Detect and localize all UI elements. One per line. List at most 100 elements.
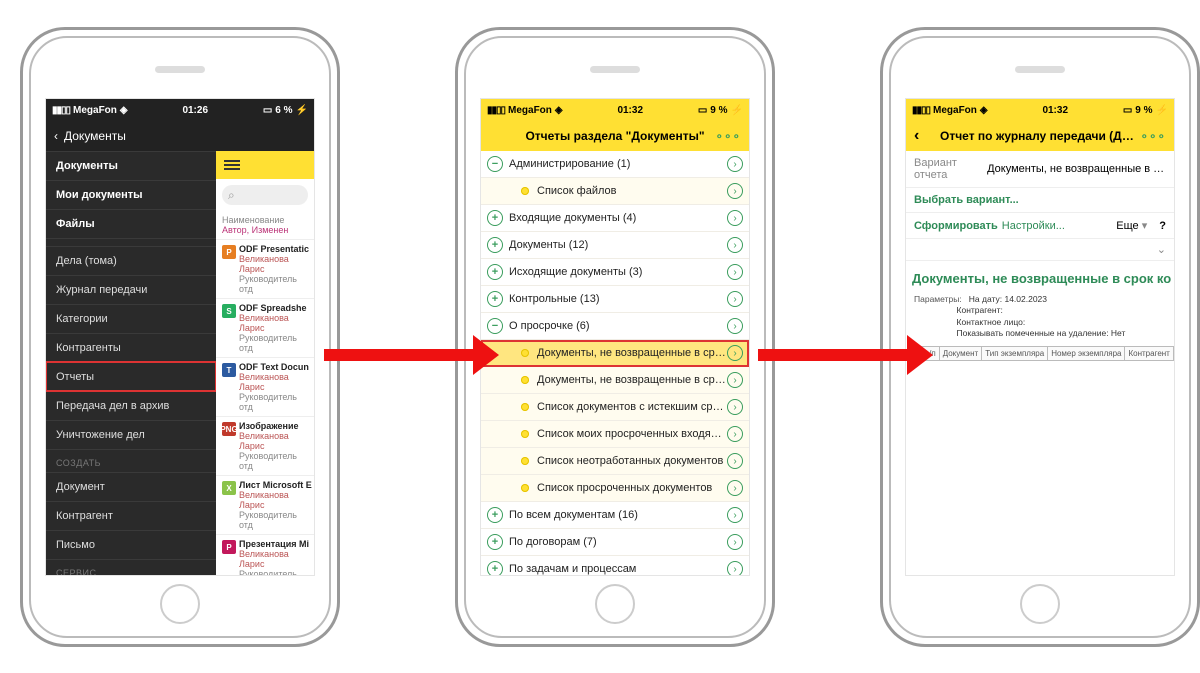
sidebar-item-categories[interactable]: Категории (46, 304, 216, 333)
back-icon[interactable]: ‹ (914, 127, 919, 145)
chevron-right-icon[interactable]: › (727, 426, 743, 442)
sidebar-item-destroy[interactable]: Уничтожение дел (46, 420, 216, 449)
expand-icon[interactable]: + (487, 507, 503, 523)
item-label: Список просроченных документов (537, 482, 727, 494)
battery-pct: 9 % (1135, 105, 1152, 116)
chevron-right-icon[interactable]: › (727, 264, 743, 280)
more-icon[interactable]: ∘∘∘ (1140, 129, 1166, 143)
collapse-row[interactable]: ⌄ (906, 239, 1174, 261)
battery-pct: 6 % (275, 105, 292, 116)
more-icon[interactable]: ∘∘∘ (715, 129, 741, 143)
home-button[interactable] (595, 584, 635, 624)
list-item[interactable]: SODF SpreadsheВеликанова ЛарисРуководите… (216, 298, 314, 357)
sidebar-create-letter[interactable]: Письмо (46, 530, 216, 559)
clock: 01:32 (1042, 105, 1068, 116)
list-item[interactable]: PNGИзображениеВеликанова ЛарисРуководите… (216, 416, 314, 475)
tree-group[interactable]: + Входящие документы (4)› (481, 205, 749, 232)
chevron-right-icon[interactable]: › (727, 291, 743, 307)
tree-item[interactable]: Список неотработанных документов› (481, 448, 749, 475)
tree-group[interactable]: +По всем документам (16)› (481, 502, 749, 529)
sidebar-create-document[interactable]: Документ (46, 472, 216, 501)
generate-button[interactable]: Сформировать (914, 220, 998, 232)
chevron-right-icon[interactable]: › (727, 534, 743, 550)
sidebar-item-cases[interactable]: Дела (тома) (46, 246, 216, 275)
phone-bezel: ▮▮▯▯ MegaFon ◈ 01:32 ▭ 9 % ⚡ Отчеты разд… (464, 36, 766, 638)
tree-group[interactable]: −Администрирование (1)› (481, 151, 749, 178)
report-body: Вариант отчета Документы, не возвращенны… (906, 151, 1174, 575)
expand-icon[interactable]: + (487, 210, 503, 226)
carrier: MegaFon (933, 105, 977, 116)
expand-icon[interactable]: + (487, 264, 503, 280)
tree-item[interactable]: Список моих просроченных входящих...› (481, 421, 749, 448)
menu-icon[interactable] (224, 158, 240, 172)
screen-3: ▮▮▯▯ MegaFon ◈ 01:32 ▭ 9 % ⚡ ‹ Отчет по … (905, 98, 1175, 576)
sidebar-item-documents[interactable]: Документы (46, 151, 216, 180)
item-label: Список неотработанных документов (537, 455, 727, 467)
tree-group[interactable]: +По задачам и процессам› (481, 556, 749, 575)
bullet-icon (521, 349, 529, 357)
nav-title[interactable]: Документы (64, 129, 126, 143)
arrow-2 (758, 335, 933, 375)
chevron-right-icon[interactable]: › (727, 507, 743, 523)
chevron-right-icon[interactable]: › (727, 183, 743, 199)
chevron-right-icon[interactable]: › (727, 480, 743, 496)
list-item[interactable]: TODF Text DocunВеликанова ЛарисРуководит… (216, 357, 314, 416)
column-header: Тип экземпляра (982, 346, 1048, 360)
tree-group[interactable]: −О просрочке (6)› (481, 313, 749, 340)
sidebar-create-counterparty[interactable]: Контрагент (46, 501, 216, 530)
chevron-right-icon[interactable]: › (727, 318, 743, 334)
chevron-right-icon[interactable]: › (727, 156, 743, 172)
expand-icon[interactable]: + (487, 291, 503, 307)
tree-item[interactable]: Список файлов› (481, 178, 749, 205)
chevron-right-icon[interactable]: › (727, 399, 743, 415)
settings-button[interactable]: Настройки... (1002, 220, 1065, 232)
tree-group[interactable]: +Контрольные (13)› (481, 286, 749, 313)
tree-group[interactable]: +Документы (12)› (481, 232, 749, 259)
sidebar-item-transfer-log[interactable]: Журнал передачи (46, 275, 216, 304)
expand-icon[interactable]: + (487, 561, 503, 575)
expand-icon[interactable]: + (487, 237, 503, 253)
tree-group[interactable]: + По договорам (7)› (481, 529, 749, 556)
sidebar-item-archive[interactable]: Передача дел в архив (46, 391, 216, 420)
group-label: Исходящие документы (3) (509, 266, 727, 278)
chevron-right-icon[interactable]: › (727, 453, 743, 469)
back-icon[interactable]: ‹ (54, 129, 58, 143)
bullet-icon (521, 430, 529, 438)
more-link[interactable]: Еще ▾ (1116, 219, 1147, 232)
sidebar-item-files[interactable]: Файлы (46, 209, 216, 238)
tree-item[interactable]: Список просроченных документов› (481, 475, 749, 502)
list-item[interactable]: PПрезентация MiВеликанова ЛарисРуководит… (216, 534, 314, 575)
list-item[interactable]: XЛист Microsoft EВеликанова ЛарисРуковод… (216, 475, 314, 534)
screen-2: ▮▮▯▯ MegaFon ◈ 01:32 ▭ 9 % ⚡ Отчеты разд… (480, 98, 750, 576)
sidebar-item-my-documents[interactable]: Мои документы (46, 180, 216, 209)
navbar: ‹ Документы (46, 121, 314, 151)
chevron-right-icon[interactable]: › (727, 237, 743, 253)
panel-header (216, 151, 314, 179)
variant-value[interactable]: Документы, не возвращенные в срок к... (987, 163, 1166, 175)
chevron-right-icon[interactable]: › (727, 561, 743, 575)
expand-icon[interactable]: + (487, 534, 503, 550)
choose-variant[interactable]: Выбрать вариант... (906, 188, 1174, 213)
sidebar-item-reports[interactable]: Отчеты (46, 362, 216, 391)
group-label: По договорам (7) (509, 536, 727, 548)
list-item[interactable]: PODF PresentaticВеликанова ЛарисРуководи… (216, 239, 314, 298)
group-label: Входящие документы (4) (509, 212, 727, 224)
collapse-icon[interactable]: − (487, 156, 503, 172)
home-button[interactable] (160, 584, 200, 624)
chevron-right-icon[interactable]: › (727, 372, 743, 388)
home-button[interactable] (1020, 584, 1060, 624)
item-label: Список файлов (537, 185, 727, 197)
tree-item[interactable]: Список документов с истекшим сроко...› (481, 394, 749, 421)
collapse-icon[interactable]: − (487, 318, 503, 334)
chevron-right-icon[interactable]: › (727, 345, 743, 361)
column-header: Документ (939, 346, 982, 360)
signal-icon: ▮▮▯▯ (487, 105, 505, 116)
help-icon[interactable]: ? (1159, 220, 1166, 232)
tree-item[interactable]: Документы, не возвращенные в срок к...› (481, 340, 749, 367)
tree-group[interactable]: + Исходящие документы (3)› (481, 259, 749, 286)
tree-item[interactable]: Документы, не возвращенные в срок с...› (481, 367, 749, 394)
bullet-icon (521, 376, 529, 384)
chevron-right-icon[interactable]: › (727, 210, 743, 226)
sidebar-item-counterparties[interactable]: Контрагенты (46, 333, 216, 362)
search-input[interactable]: ⌕ (222, 185, 308, 205)
